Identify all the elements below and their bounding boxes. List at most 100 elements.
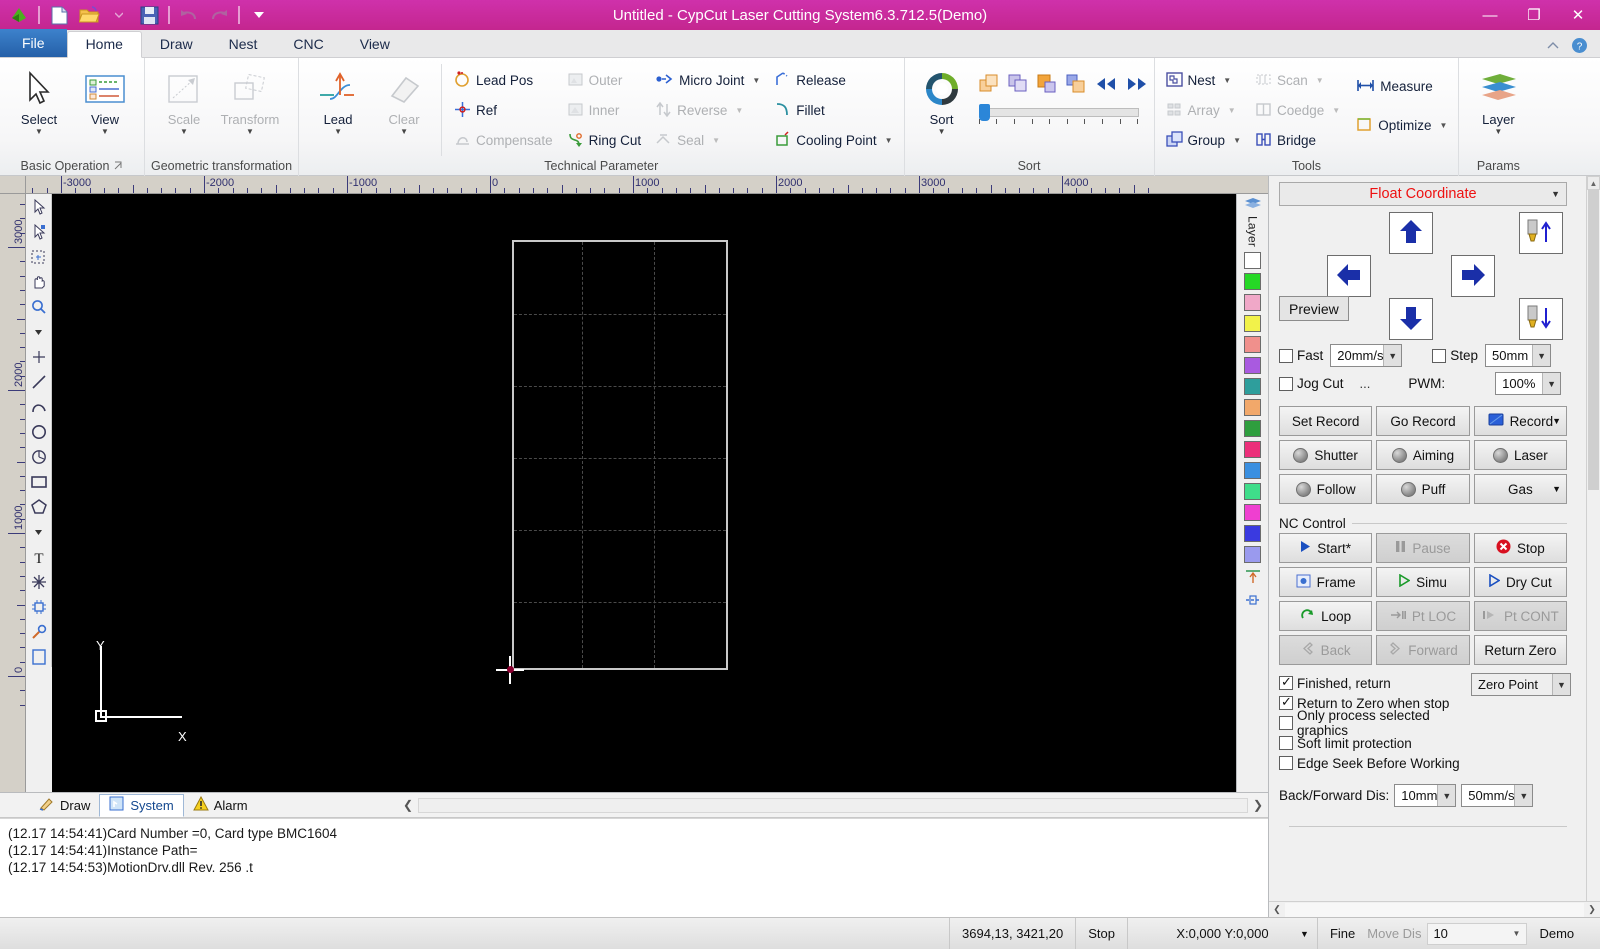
bottom-scroll-right-button[interactable]: ❯	[1248, 798, 1268, 812]
fast-checkbox[interactable]	[1279, 348, 1293, 363]
array-button[interactable]: Array ▼	[1161, 96, 1246, 125]
bottom-tab-system[interactable]: System	[99, 793, 184, 817]
forward-button[interactable]: Forward	[1376, 635, 1470, 665]
point-tool-icon[interactable]	[29, 347, 49, 367]
sort-slider[interactable]	[978, 104, 1139, 124]
lead-caret-icon[interactable]: ▼	[334, 128, 342, 136]
bottom-tab-draw[interactable]: Draw	[30, 794, 99, 817]
layer-color-swatch[interactable]	[1244, 336, 1261, 354]
clear-button[interactable]: Clear ▼	[371, 64, 437, 136]
layer-color-swatch[interactable]	[1244, 546, 1261, 564]
layer-color-swatch[interactable]	[1244, 294, 1261, 312]
undo-icon[interactable]	[176, 3, 202, 27]
status-fine[interactable]: Fine	[1318, 918, 1361, 949]
chevron-down-icon[interactable]: ▼	[1542, 373, 1561, 394]
align-center-icon[interactable]	[1244, 592, 1262, 611]
help-icon[interactable]: ?	[1571, 37, 1588, 57]
array-caret-icon[interactable]: ▼	[1228, 106, 1236, 115]
view-caret-icon[interactable]: ▼	[101, 128, 109, 136]
polygon-tool-icon[interactable]	[29, 497, 49, 517]
page-tool-icon[interactable]	[29, 647, 49, 667]
shutter-button[interactable]: Shutter	[1279, 440, 1373, 470]
back-forward-distance-select[interactable]: 10mm ▼	[1394, 784, 1457, 807]
pause-button[interactable]: Pause	[1376, 533, 1470, 563]
tab-home[interactable]: Home	[66, 31, 142, 58]
back-forward-speed-select[interactable]: 50mm/s ▼	[1461, 784, 1534, 807]
clear-caret-icon[interactable]: ▼	[400, 128, 408, 136]
preview-button[interactable]: Preview	[1279, 296, 1349, 321]
zoom-dropdown-icon[interactable]	[29, 322, 49, 342]
dialog-launcher-basic-operation[interactable]	[114, 156, 123, 176]
bottom-tab-alarm[interactable]: Alarm	[184, 794, 257, 817]
save-icon[interactable]	[136, 3, 162, 27]
group-caret-icon[interactable]: ▼	[1233, 136, 1241, 145]
sort-fwd-icon[interactable]	[979, 74, 999, 97]
select-caret-icon[interactable]: ▼	[35, 128, 43, 136]
control-panel-hscrollbar[interactable]: ❮ ❯	[1269, 901, 1600, 917]
soft-limit-checkbox[interactable]	[1279, 736, 1293, 750]
jog-right-button[interactable]	[1451, 255, 1495, 297]
maximize-button[interactable]: ❐	[1512, 0, 1556, 30]
sort-down-icon[interactable]	[1066, 74, 1086, 97]
horizontal-ruler[interactable]: -3000 -2000 -1000 0 1000 2000 3000 4000	[26, 176, 1268, 194]
seal-button[interactable]: Seal ▼	[650, 126, 765, 155]
outer-button[interactable]: Outer	[562, 66, 647, 95]
snowflake-tool-icon[interactable]	[29, 572, 49, 592]
jog-left-button[interactable]	[1327, 255, 1371, 297]
ref-button[interactable]: Ref	[449, 96, 558, 125]
micro-joint-caret-icon[interactable]: ▼	[752, 76, 760, 85]
hscroll-trough[interactable]	[1285, 902, 1584, 917]
hscroll-left-button[interactable]: ❮	[1269, 902, 1285, 917]
go-record-button[interactable]: Go Record	[1376, 406, 1470, 436]
part-rectangle[interactable]	[512, 240, 728, 670]
scan-caret-icon[interactable]: ▼	[1316, 76, 1324, 85]
scale-caret-icon[interactable]: ▼	[180, 128, 188, 136]
only-selected-row[interactable]: Only process selected graphics	[1279, 708, 1467, 738]
nozzle-down-button[interactable]	[1519, 298, 1563, 340]
open-dropdown-icon[interactable]	[106, 3, 132, 27]
chevron-down-icon[interactable]: ▼	[1532, 345, 1551, 366]
record-button[interactable]: Record ▼	[1473, 406, 1567, 436]
view-button[interactable]: View ▼	[72, 64, 138, 136]
edge-seek-checkbox[interactable]	[1279, 756, 1293, 770]
app-logo-icon[interactable]	[6, 3, 32, 27]
optimize-caret-icon[interactable]: ▼	[1439, 121, 1447, 130]
stop-button[interactable]: Stop	[1473, 533, 1567, 563]
layer-color-swatch[interactable]	[1244, 252, 1261, 270]
layer-color-swatch[interactable]	[1244, 273, 1261, 291]
fastforward-icon[interactable]	[1126, 76, 1148, 95]
status-offset-combo[interactable]: X:0,000 Y:0,000 ▼	[1128, 917, 1318, 949]
dry-cut-button[interactable]: Dry Cut	[1473, 567, 1567, 597]
layer-color-swatch[interactable]	[1244, 525, 1261, 543]
follow-button[interactable]: Follow	[1279, 474, 1373, 504]
nest-button[interactable]: Nest ▼	[1161, 66, 1246, 95]
nozzle-up-button[interactable]	[1519, 212, 1563, 254]
align-top-icon[interactable]	[1244, 569, 1262, 588]
layer-button[interactable]: Layer ▼	[1465, 64, 1531, 136]
group-button[interactable]: Group ▼	[1161, 126, 1246, 155]
close-button[interactable]: ✕	[1556, 0, 1600, 30]
sort-up-icon[interactable]	[1037, 74, 1057, 97]
loop-button[interactable]: Loop	[1279, 601, 1373, 631]
vertical-ruler[interactable]: 3000 2000 1000 0	[0, 194, 26, 792]
chevron-down-icon[interactable]: ▼	[1300, 929, 1309, 939]
polygon-dropdown-icon[interactable]	[29, 522, 49, 542]
layer-color-swatch[interactable]	[1244, 462, 1261, 480]
chevron-down-icon[interactable]: ▼	[1551, 189, 1560, 199]
scroll-up-button[interactable]: ▲	[1587, 176, 1600, 190]
chevron-down-icon[interactable]: ▼	[1383, 345, 1402, 366]
rewind-icon[interactable]	[1095, 76, 1117, 95]
chip-tool-icon[interactable]	[29, 597, 49, 617]
only-selected-checkbox[interactable]	[1279, 716, 1293, 730]
back-button[interactable]: Back	[1279, 635, 1373, 665]
chevron-down-icon[interactable]: ▼	[1552, 484, 1561, 494]
select-button[interactable]: Select ▼	[6, 64, 72, 136]
coedge-caret-icon[interactable]: ▼	[1332, 106, 1340, 115]
bridge-button[interactable]: Bridge	[1250, 126, 1345, 155]
scan-button[interactable]: Scan ▼	[1250, 66, 1345, 95]
release-button[interactable]: Release	[769, 66, 897, 95]
nest-caret-icon[interactable]: ▼	[1223, 76, 1231, 85]
jog-cut-checkbox[interactable]	[1279, 376, 1293, 391]
tab-file[interactable]: File	[0, 29, 67, 57]
jog-down-button[interactable]	[1389, 298, 1433, 340]
